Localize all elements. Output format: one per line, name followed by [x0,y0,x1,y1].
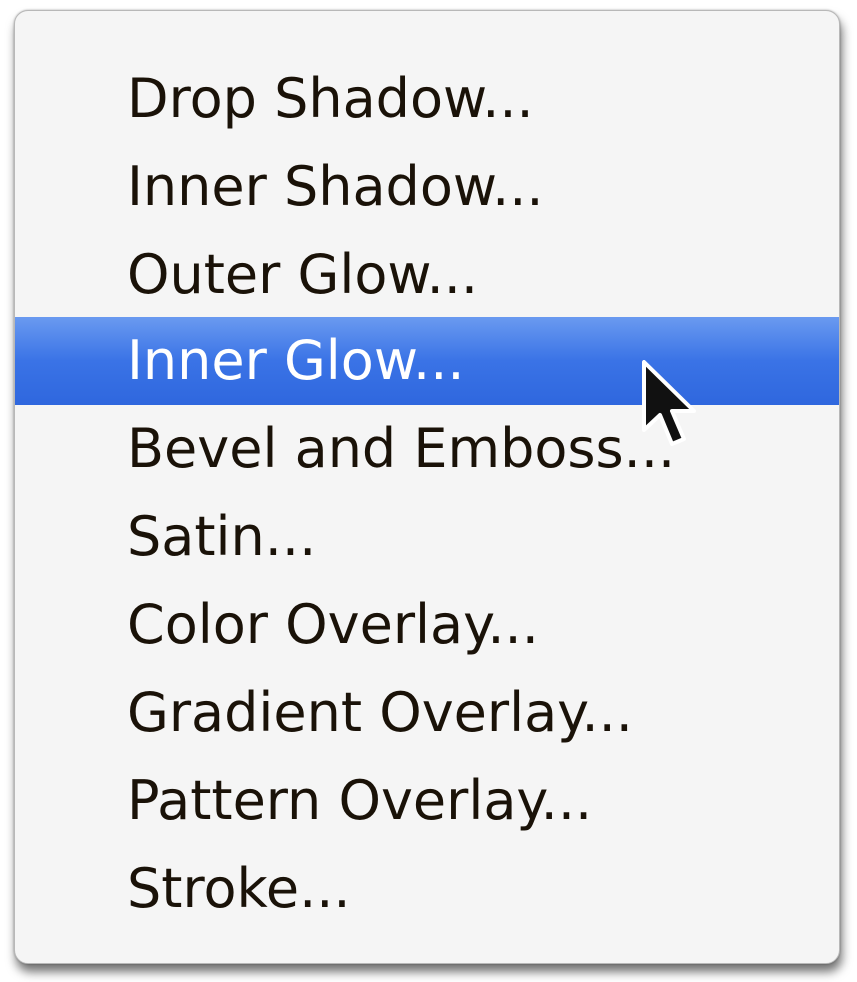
menu-item-drop-shadow[interactable]: Drop Shadow... [15,55,839,143]
menu-item-satin[interactable]: Satin... [15,493,839,581]
menu-item-pattern-overlay[interactable]: Pattern Overlay... [15,757,839,845]
layer-style-menu: Drop Shadow... Inner Shadow... Outer Glo… [14,10,840,964]
menu-item-stroke[interactable]: Stroke... [15,845,839,933]
menu-item-inner-glow[interactable]: Inner Glow... [15,317,839,405]
menu-item-gradient-overlay[interactable]: Gradient Overlay... [15,669,839,757]
menu-item-outer-glow[interactable]: Outer Glow... [15,231,839,319]
menu-item-inner-shadow[interactable]: Inner Shadow... [15,143,839,231]
arrow-pointer-icon [642,360,696,446]
menu-item-bevel-and-emboss[interactable]: Bevel and Emboss... [15,405,839,493]
menu-item-color-overlay[interactable]: Color Overlay... [15,581,839,669]
